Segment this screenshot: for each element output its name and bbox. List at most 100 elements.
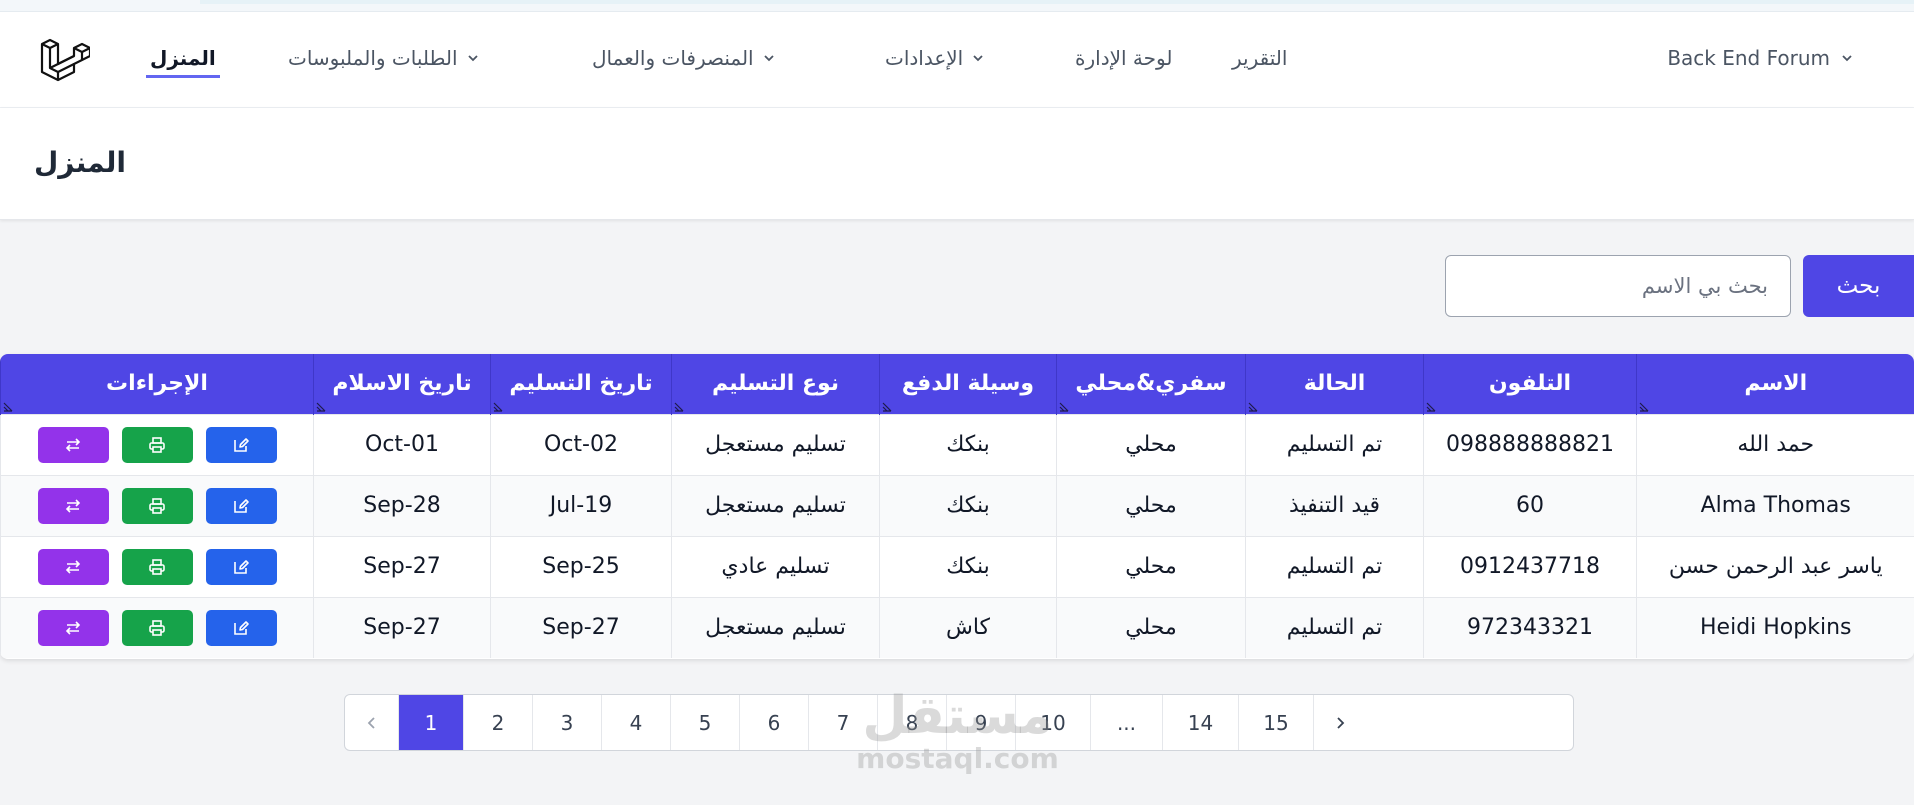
- table-cell: حمد الله: [1636, 414, 1914, 475]
- table-row: Alma Thomas 60 قيد التنفيذ محلي بنكك تسليم مس…: [0, 475, 1914, 536]
- transfer-icon: [64, 497, 82, 515]
- resize-grip-icon[interactable]: [493, 402, 503, 412]
- print-button[interactable]: [121, 487, 193, 524]
- table-row: حمد الله 098888888821 تم التسليم محلي بنكك تس…: [0, 414, 1914, 475]
- resize-grip-icon[interactable]: [3, 402, 13, 412]
- page-button[interactable]: 4: [602, 695, 671, 750]
- search-button[interactable]: بحث: [1803, 255, 1914, 317]
- transfer-button[interactable]: [37, 609, 109, 646]
- resize-grip-icon[interactable]: [1059, 402, 1069, 412]
- next-page-button[interactable]: [1314, 695, 1366, 750]
- table-cell: ياسر عبد الرحمن حسن: [1636, 536, 1914, 597]
- prev-page-button[interactable]: [345, 695, 399, 750]
- print-button[interactable]: [121, 548, 193, 585]
- resize-grip-icon[interactable]: [882, 402, 892, 412]
- nav-settings[interactable]: الإعدادات: [885, 46, 985, 70]
- table-cell: محلي: [1056, 475, 1246, 536]
- resize-grip-icon[interactable]: [674, 402, 684, 412]
- page-button[interactable]: 14: [1163, 695, 1239, 750]
- table-row: Heidi Hopkins 972343321 تم التسليم محلي كاش ت…: [0, 597, 1914, 658]
- column-header[interactable]: التلفون: [1423, 354, 1637, 414]
- edit-icon: [232, 436, 250, 454]
- page-button[interactable]: 1: [399, 695, 464, 750]
- laravel-logo-icon[interactable]: [38, 34, 90, 86]
- table-cell: تم التسليم: [1245, 414, 1424, 475]
- chevron-down-icon: [973, 55, 983, 62]
- nav-settings-label: الإعدادات: [885, 46, 964, 70]
- column-header[interactable]: تاريخ التسليم: [490, 354, 672, 414]
- column-header[interactable]: الاسم: [1636, 354, 1914, 414]
- chevron-down-icon: [467, 55, 478, 62]
- edit-button[interactable]: [205, 548, 277, 585]
- page-button[interactable]: 6: [740, 695, 809, 750]
- column-header-label: تاريخ الاسلام: [332, 371, 472, 397]
- table-cell: 60: [1423, 475, 1637, 536]
- transfer-button[interactable]: [37, 548, 109, 585]
- chevron-left-icon: [367, 716, 375, 729]
- user-menu[interactable]: Back End Forum: [1667, 46, 1854, 70]
- edit-button[interactable]: [205, 487, 277, 524]
- page-button[interactable]: 2: [464, 695, 533, 750]
- actions-cell: [0, 414, 314, 475]
- page-button[interactable]: 15: [1239, 695, 1314, 750]
- table-cell: Sep-25: [490, 536, 672, 597]
- edit-button[interactable]: [205, 426, 277, 463]
- resize-grip-icon[interactable]: [316, 402, 326, 412]
- table-cell: محلي: [1056, 414, 1246, 475]
- resize-grip-icon[interactable]: [1639, 402, 1649, 412]
- nav-dashboard-label: لوحة الإدارة: [1075, 46, 1173, 70]
- table-cell: قيد التنفيذ: [1245, 475, 1424, 536]
- column-header-label: الاسم: [1744, 371, 1808, 397]
- table-header-row: الاسم التلفون الحالة سفري&محلي وسيلة الدفع نو…: [0, 354, 1914, 414]
- nav-home-label: المنزل: [150, 46, 216, 70]
- page-button[interactable]: 10: [1016, 695, 1091, 750]
- orders-table: الاسم التلفون الحالة سفري&محلي وسيلة الدفع نو…: [0, 354, 1914, 659]
- nav-dashboard[interactable]: لوحة الإدارة: [1075, 46, 1172, 70]
- edit-icon: [232, 558, 250, 576]
- page-button[interactable]: 9: [947, 695, 1016, 750]
- column-header: الإجراءات: [0, 354, 314, 414]
- edit-button[interactable]: [205, 609, 277, 646]
- nav-orders[interactable]: الطلبات والملبوسات: [288, 46, 480, 70]
- transfer-icon: [64, 436, 82, 454]
- navbar: المنزل الطلبات والملبوسات المنصرفات والع…: [0, 12, 1914, 108]
- table-cell: Sep-27: [490, 597, 672, 658]
- nav-expenses[interactable]: المنصرفات والعمال: [592, 46, 776, 70]
- print-button[interactable]: [121, 609, 193, 646]
- chevron-down-icon: [1842, 55, 1852, 62]
- table-cell: Sep-27: [313, 597, 491, 658]
- print-button[interactable]: [121, 426, 193, 463]
- column-header[interactable]: تاريخ الاسلام: [313, 354, 491, 414]
- pagination: 1 2 3 4 5 6 7 8 9 10... 14 15: [344, 694, 1574, 751]
- transfer-button[interactable]: [37, 426, 109, 463]
- table-cell: تسليم مستعجل: [671, 597, 880, 658]
- table-cell: بنكك: [879, 414, 1057, 475]
- column-header[interactable]: وسيلة الدفع: [879, 354, 1057, 414]
- resize-grip-icon[interactable]: [1426, 402, 1436, 412]
- page-button[interactable]: 5: [671, 695, 740, 750]
- column-header[interactable]: الحالة: [1245, 354, 1424, 414]
- edit-icon: [232, 497, 250, 515]
- page-title: المنزل: [34, 146, 127, 179]
- resize-grip-icon[interactable]: [1248, 402, 1258, 412]
- table-cell: 0912437718: [1423, 536, 1637, 597]
- table-cell: تم التسليم: [1245, 597, 1424, 658]
- page-button[interactable]: 8: [878, 695, 947, 750]
- column-header[interactable]: سفري&محلي: [1056, 354, 1246, 414]
- page-button[interactable]: 7: [809, 695, 878, 750]
- transfer-button[interactable]: [37, 487, 109, 524]
- search-input[interactable]: [1445, 255, 1791, 317]
- table-cell: محلي: [1056, 597, 1246, 658]
- table-cell: بنكك: [879, 475, 1057, 536]
- column-header-label: سفري&محلي: [1075, 371, 1227, 397]
- column-header[interactable]: نوع التسليم: [671, 354, 880, 414]
- column-header-label: وسيلة الدفع: [901, 371, 1035, 397]
- page-button[interactable]: 3: [533, 695, 602, 750]
- nav-home[interactable]: المنزل: [146, 46, 220, 78]
- nav-orders-label: الطلبات والملبوسات: [288, 46, 458, 70]
- nav-report-label: التقرير: [1232, 46, 1288, 70]
- table-cell: Jul-19: [490, 475, 672, 536]
- nav-report[interactable]: التقرير: [1232, 46, 1287, 70]
- table-cell: Sep-27: [313, 536, 491, 597]
- user-name: Back End Forum: [1667, 46, 1830, 70]
